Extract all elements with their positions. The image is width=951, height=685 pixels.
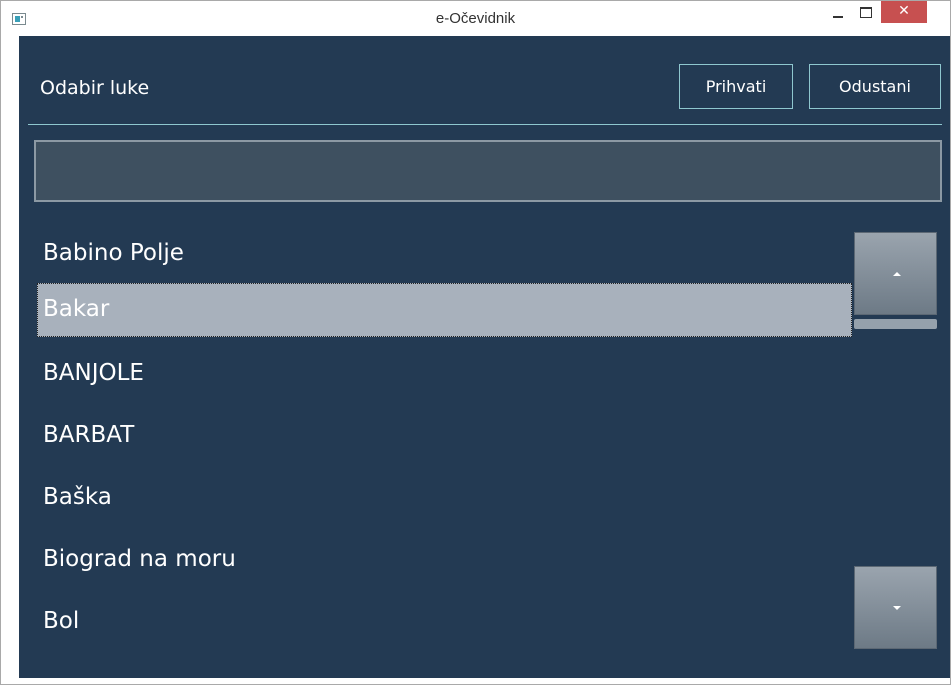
- chevron-up-icon: [893, 272, 901, 276]
- window-title: e-Očevidnik: [435, 10, 516, 27]
- page-title: Odabir luke: [40, 77, 150, 99]
- list-item-selected[interactable]: Bakar: [37, 283, 852, 337]
- app-window: e-Očevidnik ✕ Odabir luke Prihvati Odust…: [0, 0, 951, 685]
- cancel-button[interactable]: Odustani: [809, 64, 941, 109]
- list-item[interactable]: Babino Polje: [37, 226, 852, 280]
- port-list[interactable]: Babino Polje Bakar BANJOLE BARBAT Baška …: [37, 226, 852, 676]
- port-selection-panel: Odabir luke Prihvati Odustani Babino Pol…: [19, 36, 950, 678]
- scroll-up-button[interactable]: [854, 232, 937, 315]
- search-input[interactable]: [34, 140, 942, 202]
- list-item[interactable]: Bol: [37, 594, 852, 648]
- minimize-button[interactable]: [825, 2, 851, 24]
- list-item[interactable]: BANJOLE: [37, 346, 852, 400]
- scrollbar-thumb[interactable]: [854, 319, 937, 329]
- maximize-button[interactable]: [852, 2, 878, 24]
- chevron-down-icon: [893, 606, 901, 610]
- close-button[interactable]: ✕: [881, 1, 927, 23]
- accept-button[interactable]: Prihvati: [679, 64, 793, 109]
- title-bar[interactable]: e-Očevidnik ✕: [1, 1, 950, 36]
- list-item[interactable]: BARBAT: [37, 408, 852, 462]
- header-divider: [28, 124, 942, 125]
- list-item[interactable]: Baška: [37, 470, 852, 524]
- list-item[interactable]: Biograd na moru: [37, 532, 852, 586]
- scroll-down-button[interactable]: [854, 566, 937, 649]
